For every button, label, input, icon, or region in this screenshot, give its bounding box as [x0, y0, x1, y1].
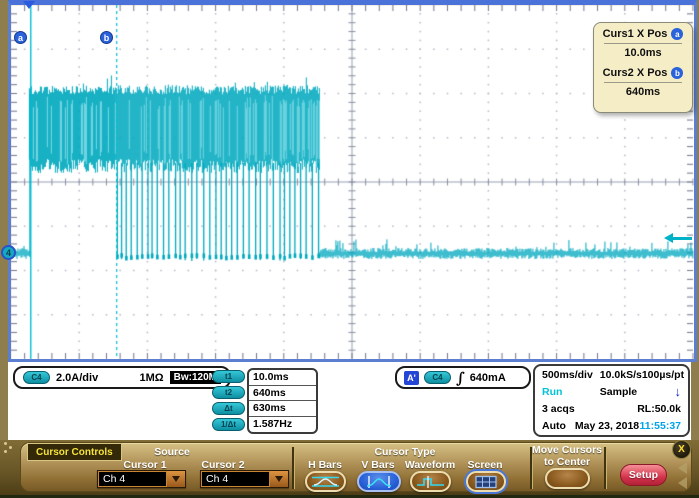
t2-badge: t2 — [212, 386, 245, 399]
sample-rate-value: 10.0kS/s — [599, 369, 642, 381]
cursor2-dropdown-button[interactable] — [270, 471, 288, 487]
trigger-source-badge: A' — [404, 370, 419, 385]
screen-label: Screen — [467, 459, 503, 471]
dropdown-arrow-icon — [275, 476, 283, 482]
acquisition-count: 3 acqs — [542, 403, 575, 415]
grip-dot — [9, 446, 12, 449]
cursor2-source-value: Ch 4 — [202, 472, 269, 486]
t1-value: 10.0ms — [249, 370, 316, 386]
cursor2-source-dropdown[interactable]: Ch 4 — [200, 470, 289, 488]
curs1-a-icon: a — [671, 28, 684, 40]
cursor1-source-value: Ch 4 — [99, 472, 166, 486]
channel-4-label: 4 — [5, 247, 11, 258]
nav-left-icon[interactable] — [678, 462, 687, 474]
v-bars-icon — [366, 475, 392, 488]
trigger-level-value: 640mA — [469, 371, 506, 384]
cursor-position-readout: Curs1 X Pos a 10.0ms Curs2 X Pos b 640ms — [593, 22, 693, 113]
cursor-a-label: a — [17, 32, 23, 43]
source-label: Source — [154, 446, 190, 458]
trigger-readout[interactable]: A' C4 ∫ 640mA — [395, 366, 531, 389]
channel-readout[interactable]: C4 2.0A/div 1MΩ Bw:120M — [13, 366, 231, 389]
close-icon: X — [678, 444, 685, 455]
curs1-x-pos-value: 10.0ms — [624, 47, 662, 59]
h-bars-button[interactable] — [305, 471, 346, 492]
trigger-indicator-icon: ↓ — [674, 384, 682, 399]
cursor-b-label: b — [103, 32, 110, 43]
setup-label: Setup — [628, 469, 659, 481]
inv-delta-t-badge: 1/Δt — [212, 418, 245, 431]
divider — [604, 82, 682, 83]
screen-icon — [475, 475, 497, 488]
channel-scale: 2.0A/div — [56, 371, 99, 384]
curs1-x-pos-label: Curs1 X Pos — [602, 28, 668, 40]
move-cursors-button[interactable] — [545, 468, 590, 489]
channel-impedance: 1MΩ — [139, 371, 164, 384]
trigger-level-arrow-tail — [672, 237, 692, 240]
setup-button[interactable]: Setup — [620, 464, 667, 486]
delta-t-value: 630ms — [249, 401, 316, 417]
screen-button[interactable] — [466, 471, 506, 492]
cursor-controls-title: Cursor Controls — [36, 446, 113, 458]
channel-badge: C4 — [23, 371, 50, 384]
cursor-b-marker[interactable]: b — [100, 31, 113, 44]
trigger-position-icon[interactable] — [23, 1, 35, 9]
close-button[interactable]: X — [672, 440, 691, 459]
run-state: Run — [542, 386, 563, 398]
trigger-mode: Auto — [542, 420, 566, 432]
rising-slope-icon: ∫ — [456, 368, 465, 387]
channel-4-ground-marker[interactable]: 4 — [1, 245, 16, 260]
curs2-x-pos-label: Curs2 X Pos — [602, 67, 668, 79]
move-cursors-label: Move Cursors to Center — [531, 444, 603, 468]
t2-value: 640ms — [249, 386, 316, 401]
clock-time: 11:55:37 — [639, 420, 681, 432]
nav-left-icon[interactable] — [678, 477, 687, 489]
dropdown-arrow-icon — [172, 476, 180, 482]
measurement-readout: 10.0ms 640ms 630ms 1.587Hz — [247, 368, 318, 434]
menu-separator — [604, 447, 606, 489]
record-length: RL:50.0k — [637, 403, 681, 415]
acquisition-mode: Sample — [599, 386, 638, 398]
trigger-channel-badge: C4 — [424, 371, 451, 384]
date: May 23, 2018 — [574, 420, 640, 432]
resolution-value: 100µs/pt — [641, 369, 685, 381]
t1-badge: t1 — [212, 370, 245, 383]
cursor1-dropdown-button[interactable] — [167, 471, 185, 487]
grip-dot — [4, 450, 7, 453]
grip-dot — [4, 442, 7, 445]
waveform-icon — [417, 475, 444, 488]
curs2-b-icon: b — [671, 67, 684, 79]
inv-delta-t-value: 1.587Hz — [253, 418, 293, 431]
waveform-button[interactable] — [410, 471, 451, 492]
delta-t-badge: Δt — [212, 402, 245, 415]
oscilloscope-screen: a b 4 Curs1 X Pos a 10.0ms Curs2 X Pos b… — [0, 0, 699, 498]
curs2-x-pos-value: 640ms — [625, 86, 661, 98]
cursor-a-marker[interactable]: a — [14, 31, 27, 44]
cursor1-source-dropdown[interactable]: Ch 4 — [97, 470, 186, 488]
cursor-type-label: Cursor Type — [374, 446, 436, 458]
h-bars-icon — [312, 476, 339, 487]
acquisition-readout: 500ms/div 10.0kS/s 100µs/pt Run Sample ↓… — [533, 364, 690, 437]
v-bars-button[interactable] — [357, 471, 401, 492]
divider — [604, 43, 682, 44]
timebase-value: 500ms/div — [542, 369, 593, 381]
